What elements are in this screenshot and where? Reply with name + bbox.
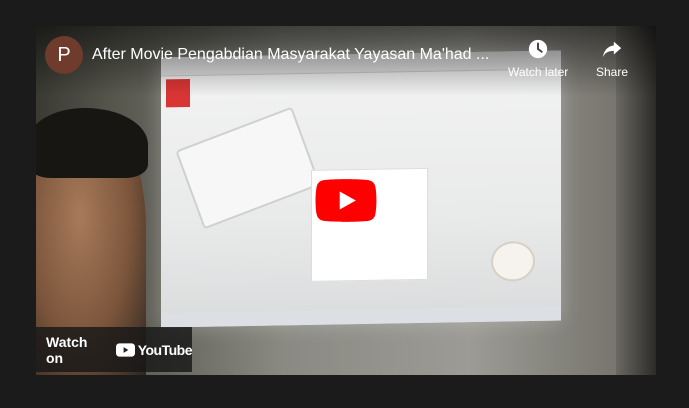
projected-coffee-mug: [491, 240, 535, 282]
channel-avatar[interactable]: P: [45, 36, 83, 74]
video-player[interactable]: P After Movie Pengabdian Masyarakat Yaya…: [36, 26, 656, 375]
youtube-wordmark: YouTube: [137, 341, 193, 358]
watch-on-youtube-button[interactable]: Watch on YouTube: [36, 327, 193, 372]
share-arrow-icon: [602, 41, 622, 58]
channel-initial: P: [57, 43, 71, 66]
play-button[interactable]: [315, 179, 377, 222]
youtube-logo: YouTube: [115, 341, 193, 358]
share-button[interactable]: Share: [596, 38, 628, 79]
watch-later-button[interactable]: Watch later: [508, 38, 568, 79]
video-title[interactable]: After Movie Pengabdian Masyarakat Yayasa…: [92, 46, 502, 64]
clock-icon: [528, 39, 548, 59]
youtube-logo-icon: [115, 342, 135, 357]
share-label: Share: [596, 65, 629, 79]
watch-later-label: Watch later: [508, 65, 569, 79]
watch-on-label: Watch on: [46, 333, 88, 366]
projected-laptop-illustration: [175, 106, 321, 230]
